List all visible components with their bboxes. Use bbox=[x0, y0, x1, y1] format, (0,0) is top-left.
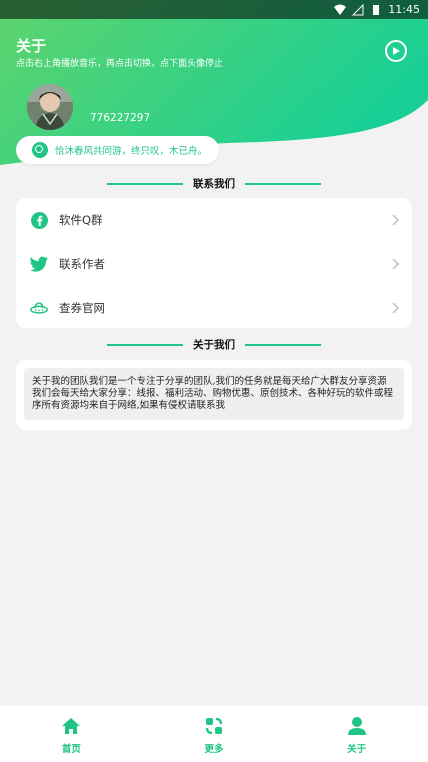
contact-section-title: 联系我们 bbox=[0, 176, 428, 191]
divider bbox=[245, 343, 321, 346]
facebook-icon bbox=[30, 211, 48, 229]
status-bar: 11:45 bbox=[0, 0, 428, 19]
more-icon bbox=[205, 717, 223, 735]
motto-dot-icon bbox=[32, 142, 48, 158]
chevron-right-icon bbox=[392, 302, 400, 314]
tab-label: 关于 bbox=[347, 744, 367, 755]
motto-text: 恰沐春风共同游，终只叹，木已舟。 bbox=[55, 146, 208, 157]
play-icon bbox=[393, 47, 400, 55]
tab-label: 首页 bbox=[61, 744, 81, 755]
menu-item-coupon-site[interactable]: 查券官网 bbox=[16, 286, 412, 330]
status-time: 11:45 bbox=[388, 3, 420, 16]
divider bbox=[245, 182, 321, 185]
motto-pill: 恰沐春风共同游，终只叹，木已舟。 bbox=[16, 136, 219, 164]
qq-number: 776227297 bbox=[90, 112, 151, 124]
chevron-right-icon bbox=[392, 214, 400, 226]
menu-item-label: 软件Q群 bbox=[59, 213, 103, 227]
menu-item-label: 查券官网 bbox=[59, 301, 105, 315]
about-text: 关于我的团队我们是一个专注于分享的团队,我们的任务就是每天给广大群友分享资源我们… bbox=[24, 368, 404, 420]
menu-item-software-group[interactable]: 软件Q群 bbox=[16, 198, 412, 242]
play-music-button[interactable] bbox=[385, 40, 407, 62]
contact-card: 软件Q群 联系作者 查券官网 bbox=[16, 198, 412, 328]
home-icon bbox=[62, 718, 81, 734]
menu-item-contact-author[interactable]: 联系作者 bbox=[16, 242, 412, 286]
tab-more[interactable]: 更多 bbox=[143, 706, 286, 762]
page-title: 关于 bbox=[16, 37, 47, 55]
bottom-tab-bar: 首页 更多 关于 bbox=[0, 706, 428, 762]
user-icon bbox=[347, 717, 366, 735]
avatar[interactable] bbox=[27, 84, 73, 130]
tab-label: 更多 bbox=[204, 744, 224, 755]
chevron-right-icon bbox=[392, 258, 400, 270]
header-subtitle: 点击右上角播放音乐，再点击切换，点下面头像停止 bbox=[16, 59, 224, 69]
contact-title-text: 联系我们 bbox=[193, 178, 235, 190]
avatar-image bbox=[27, 84, 73, 130]
divider bbox=[107, 343, 183, 346]
battery-icon bbox=[373, 4, 380, 15]
menu-item-label: 联系作者 bbox=[59, 257, 105, 271]
twitter-icon bbox=[30, 255, 48, 273]
tab-home[interactable]: 首页 bbox=[0, 706, 143, 762]
wifi-icon bbox=[334, 4, 347, 15]
divider bbox=[107, 182, 183, 185]
signal-icon bbox=[352, 3, 364, 15]
about-title-text: 关于我们 bbox=[193, 339, 235, 351]
tab-about[interactable]: 关于 bbox=[285, 706, 428, 762]
ufo-icon bbox=[30, 299, 48, 317]
about-section-title: 关于我们 bbox=[0, 337, 428, 352]
